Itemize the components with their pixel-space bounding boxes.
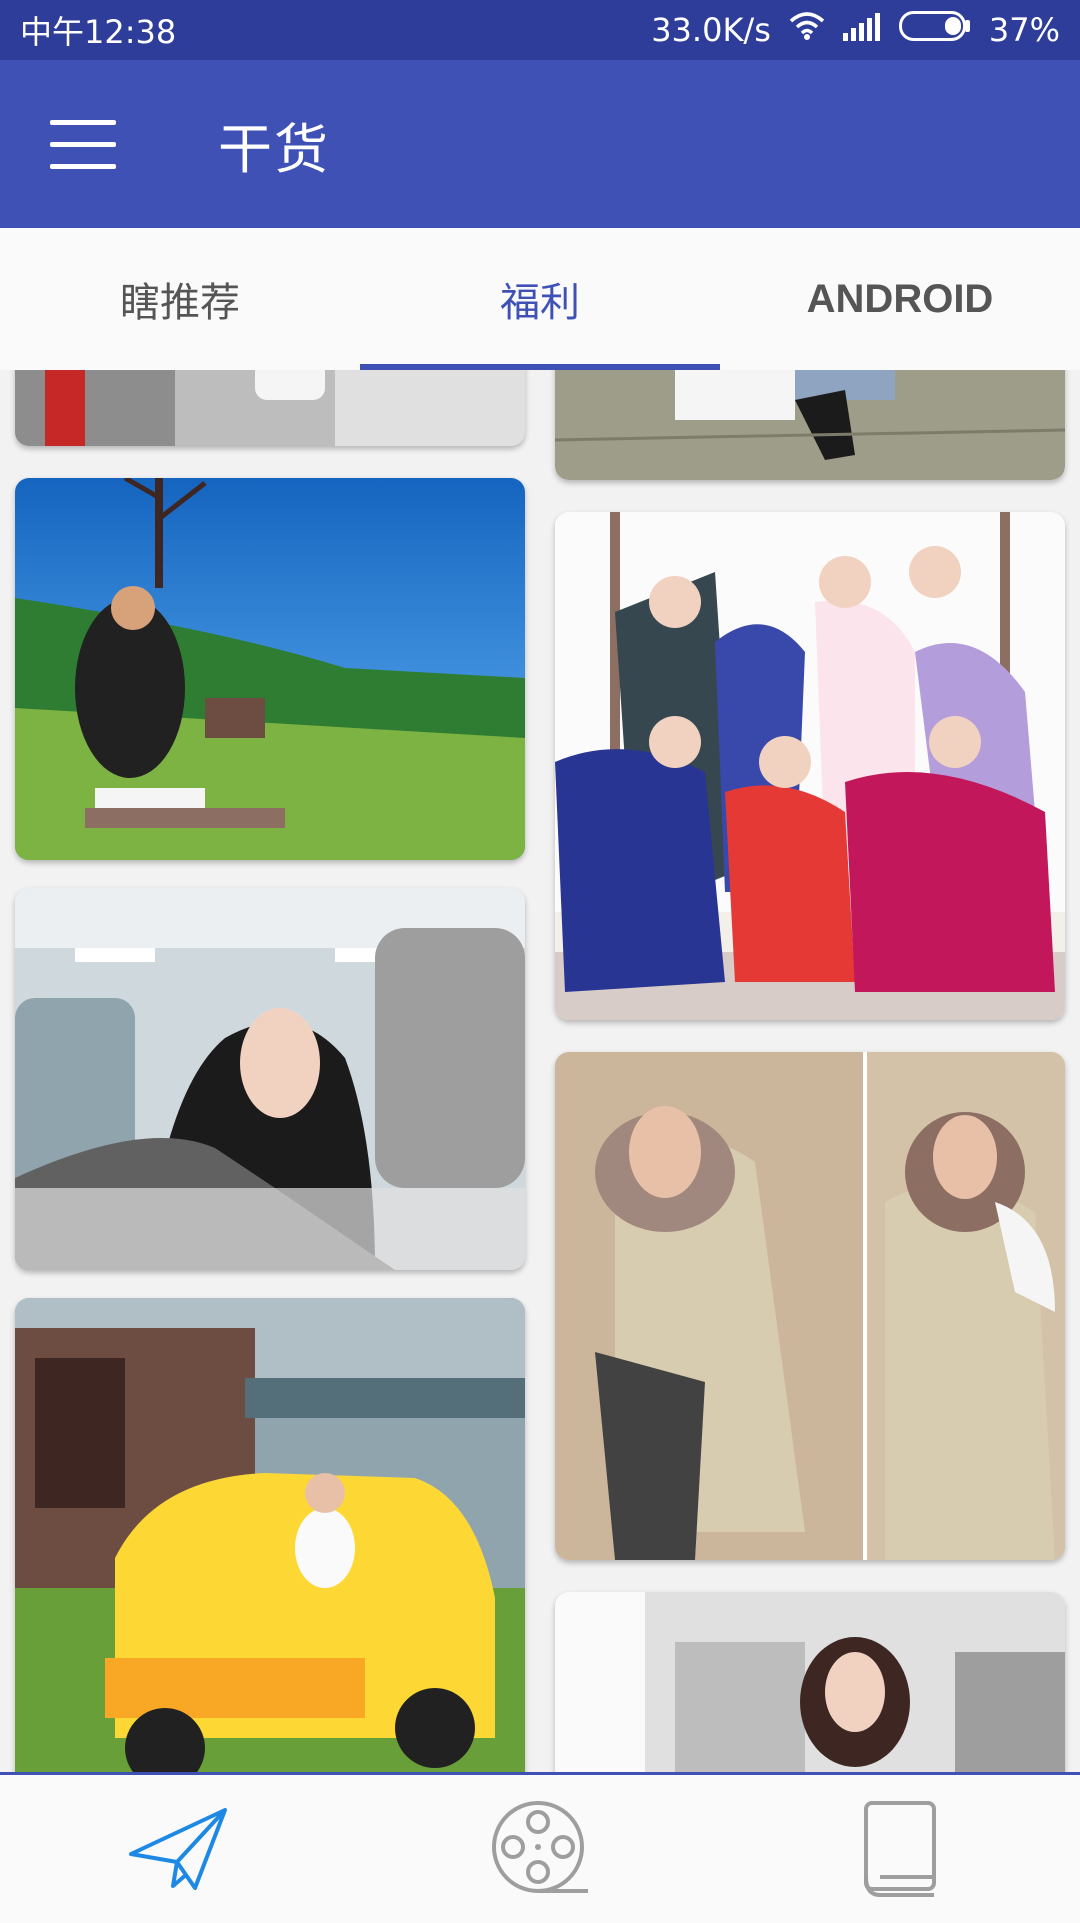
status-right: 33.0K/s 37% (651, 11, 1060, 49)
signal-icon (842, 11, 881, 49)
photo-grid[interactable] (0, 370, 1080, 1772)
app-bar: 干货 (0, 60, 1080, 228)
status-bar: 中午12:38 33.0K/s 37% (0, 0, 1080, 60)
wifi-icon (789, 11, 825, 49)
page-title: 干货 (218, 117, 330, 181)
tab-recommend[interactable]: 瞎推荐 (0, 228, 360, 370)
photo-card-left-2[interactable] (15, 478, 525, 860)
status-time: 中午12:38 (20, 13, 177, 51)
photo-card-left-4[interactable] (15, 1298, 525, 1772)
photo-card-right-1[interactable] (555, 370, 1065, 480)
tab-welfare[interactable]: 福利 (360, 228, 720, 370)
bottom-nav (0, 1772, 1080, 1923)
menu-icon[interactable] (50, 120, 118, 169)
battery-icon (898, 11, 971, 49)
photo-card-left-3[interactable] (15, 888, 525, 1270)
battery-percent: 37% (988, 11, 1060, 49)
photo-card-right-4[interactable] (555, 1592, 1065, 1772)
photo-card-right-2[interactable] (555, 512, 1065, 1020)
tab-bar: 瞎推荐 福利 ANDROID (0, 228, 1080, 370)
network-speed: 33.0K/s (651, 11, 771, 49)
photo-card-right-3[interactable] (555, 1052, 1065, 1560)
send-icon[interactable] (120, 1789, 240, 1909)
tab-android[interactable]: ANDROID (720, 228, 1080, 370)
book-icon[interactable] (840, 1789, 960, 1909)
film-reel-icon[interactable] (480, 1789, 600, 1909)
photo-card-left-1[interactable] (15, 370, 525, 446)
